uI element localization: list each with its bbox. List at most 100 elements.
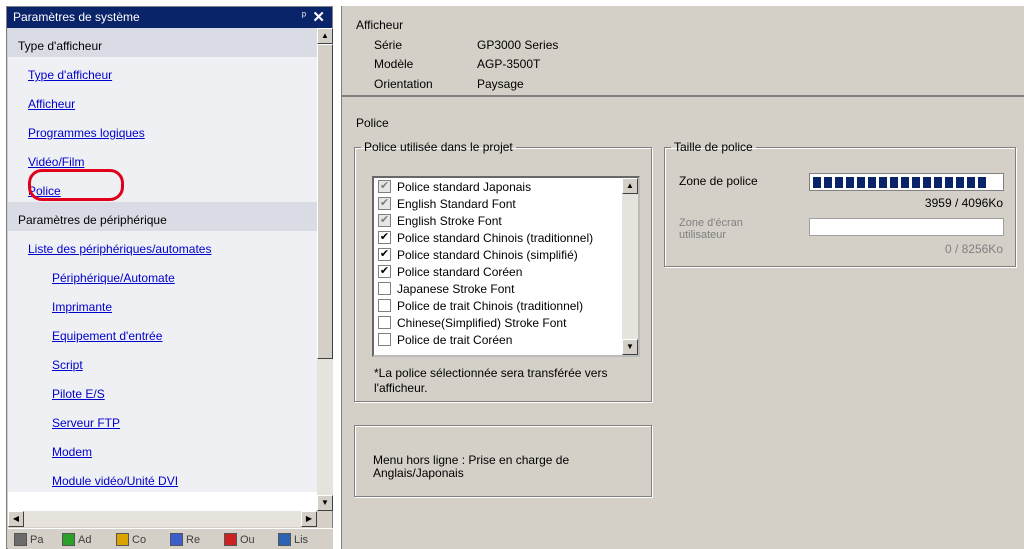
font-option[interactable]: ✔ Police standard Chinois (traditionnel) — [374, 229, 638, 246]
font-checkbox[interactable]: ✔ — [378, 248, 391, 261]
font-checkbox: ✔ — [378, 180, 391, 193]
tree-link-label[interactable]: Liste des périphériques/automates — [28, 242, 211, 256]
tree-link-item[interactable]: Script — [8, 347, 317, 376]
panel-tab-label: Ad — [78, 533, 92, 546]
progress-segment — [945, 177, 953, 188]
tree-link-item[interactable]: Equipement d'entrée — [8, 318, 317, 347]
tools-icon — [224, 533, 237, 546]
fonts-used-group: Police utilisée dans le projet ✔ Police s… — [354, 140, 652, 402]
panel-tab-label: Lis — [294, 533, 309, 546]
tree-link-label[interactable]: Programmes logiques — [28, 126, 145, 140]
tree-link-label[interactable]: Périphérique/Automate — [52, 271, 175, 285]
tree-horizontal-scrollbar[interactable]: ◀ ▶ — [8, 511, 317, 527]
tree-link-item[interactable]: Serveur FTP — [8, 405, 317, 434]
tree-link-label[interactable]: Modem — [52, 445, 92, 459]
close-icon[interactable]: ✕ — [312, 8, 325, 26]
tree-category: Paramètres de périphérique — [8, 202, 317, 231]
panel-tab[interactable]: Co — [116, 532, 146, 547]
progress-segment — [956, 177, 964, 188]
tree-link-item[interactable]: Programmes logiques — [8, 115, 317, 144]
tree-link-label[interactable]: Script — [52, 358, 83, 372]
tree-link-label[interactable]: Equipement d'entrée — [52, 329, 162, 343]
tree-link-item[interactable]: Périphérique/Automate — [8, 260, 317, 289]
info-row-orientation: Orientation Paysage — [374, 77, 524, 91]
font-option[interactable]: Police de trait Coréen — [374, 331, 638, 348]
font-checkbox[interactable]: ✔ — [378, 231, 391, 244]
tree-link-label[interactable]: Serveur FTP — [52, 416, 120, 430]
panel-tab[interactable]: Ad — [62, 532, 91, 547]
font-checkbox[interactable] — [378, 282, 391, 295]
font-checkbox: ✔ — [378, 197, 391, 210]
pin-icon[interactable]: ᵖ — [302, 10, 306, 22]
progress-segment — [934, 177, 942, 188]
scroll-right-icon[interactable]: ▶ — [301, 511, 317, 527]
font-option[interactable]: ✔ English Standard Font — [374, 195, 638, 212]
panel-title: Paramètres de système — [13, 10, 140, 24]
font-option[interactable]: ✔ English Stroke Font — [374, 212, 638, 229]
tree-link-item[interactable]: Imprimante — [8, 289, 317, 318]
font-option[interactable]: ✔ Police standard Chinois (simplifié) — [374, 246, 638, 263]
system-settings-icon — [14, 533, 27, 546]
font-option-label: Police standard Chinois (traditionnel) — [397, 230, 594, 245]
progress-segment — [824, 177, 832, 188]
font-zone-usage: 3959 / 4096Ko — [924, 196, 1003, 210]
info-value: GP3000 Series — [477, 38, 559, 52]
scroll-left-icon[interactable]: ◀ — [8, 511, 24, 527]
scroll-up-icon[interactable]: ▲ — [622, 178, 638, 194]
scroll-thumb[interactable] — [317, 44, 333, 359]
font-checkbox[interactable]: ✔ — [378, 265, 391, 278]
font-size-group: Taille de police Zone de police 3959 / 4… — [664, 140, 1016, 267]
panel-tab-strip: Pa Ad Co Re Ou Lis — [8, 528, 333, 549]
panel-tab-label: Ou — [240, 533, 255, 546]
tree-link-label[interactable]: Imprimante — [52, 300, 112, 314]
info-value: AGP-3500T — [477, 57, 541, 71]
scroll-up-icon[interactable]: ▲ — [317, 28, 333, 44]
tree-vertical-scrollbar[interactable]: ▲ ▼ — [317, 28, 333, 511]
transfer-note: *La police sélectionnée sera transférée … — [374, 366, 608, 395]
info-value: Paysage — [477, 77, 524, 91]
info-row-model: Modèle AGP-3500T — [374, 57, 540, 71]
font-list-scrollbar[interactable]: ▲ ▼ — [622, 178, 638, 355]
font-option-label: English Standard Font — [397, 196, 516, 211]
tree-category: Type d'afficheur — [8, 28, 317, 57]
panel-tab[interactable]: Pa — [14, 532, 43, 547]
tree-link-item[interactable]: Type d'afficheur — [8, 57, 317, 86]
font-checkbox[interactable] — [378, 299, 391, 312]
tree-link-item[interactable]: Module vidéo/Unité DVI — [8, 463, 317, 492]
tree-link-label[interactable]: Type d'afficheur — [28, 68, 112, 82]
font-option-label: Police de trait Coréen — [397, 332, 513, 347]
panel-tab[interactable]: Ou — [224, 532, 255, 547]
list-icon — [278, 533, 291, 546]
font-option-label: Police standard Japonais — [397, 179, 532, 194]
system-settings-panel: Paramètres de système ᵖ ✕ Type d'affiche… — [6, 6, 333, 549]
font-option[interactable]: Japanese Stroke Font — [374, 280, 638, 297]
font-checkbox[interactable] — [378, 333, 391, 346]
panel-tab[interactable]: Lis — [278, 532, 308, 547]
settings-tree: Type d'afficheur Type d'afficheur Afficheu… — [8, 28, 317, 511]
font-option-label: Chinese(Simplified) Stroke Font — [397, 315, 567, 330]
tree-link-label[interactable]: Module vidéo/Unité DVI — [52, 474, 178, 488]
tree-link-label[interactable]: Pilote E/S — [52, 387, 105, 401]
address-icon — [62, 533, 75, 546]
tree-link-item[interactable]: Pilote E/S — [8, 376, 317, 405]
tree-link-item[interactable]: Liste des périphériques/automates — [8, 231, 317, 260]
scroll-down-icon[interactable]: ▼ — [622, 339, 638, 355]
scroll-down-icon[interactable]: ▼ — [317, 495, 333, 511]
font-option[interactable]: ✔ Police standard Coréen — [374, 263, 638, 280]
panel-tab[interactable]: Re — [170, 532, 200, 547]
tree-link-label[interactable]: Vidéo/Film — [28, 155, 84, 169]
progress-segment — [813, 177, 821, 188]
font-option-label: Police standard Coréen — [397, 264, 523, 279]
font-option[interactable]: Police de trait Chinois (traditionnel) — [374, 297, 638, 314]
display-info-header: Afficheur Série GP3000 Series Modèle AGP… — [342, 6, 1024, 97]
tree-link-label[interactable]: Afficheur — [28, 97, 75, 111]
tree-link-item[interactable]: Afficheur — [8, 86, 317, 115]
font-zone-progress-bar — [809, 173, 1004, 191]
font-option[interactable]: Chinese(Simplified) Stroke Font — [374, 314, 638, 331]
font-checklist[interactable]: ✔ Police standard Japonais ✔ English Standa… — [372, 176, 640, 357]
user-zone-usage: 0 / 8256Ko — [944, 242, 1003, 256]
tree-link-item[interactable]: Modem — [8, 434, 317, 463]
font-option[interactable]: ✔ Police standard Japonais — [374, 178, 638, 195]
font-checkbox[interactable] — [378, 316, 391, 329]
panel-tab-label: Co — [132, 533, 147, 546]
